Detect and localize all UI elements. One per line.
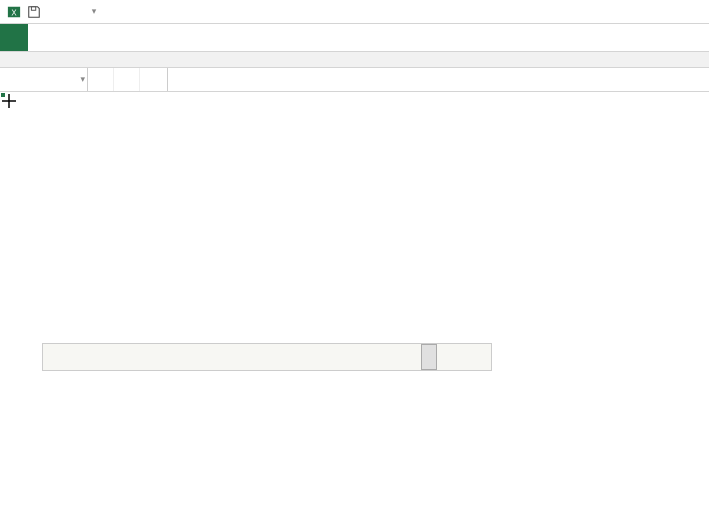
tab-file[interactable]: [0, 24, 28, 51]
name-box-input[interactable]: [6, 73, 81, 87]
formula-input[interactable]: [168, 68, 709, 91]
scroll-thumb[interactable]: [421, 344, 437, 370]
save-icon[interactable]: [26, 4, 42, 20]
name-box-dropdown-icon[interactable]: ▾: [80, 74, 85, 85]
selection-border: [0, 92, 4, 96]
undo-icon[interactable]: [46, 4, 62, 20]
fill-cursor-icon: [0, 92, 18, 110]
tab-formulas[interactable]: [112, 24, 140, 51]
tab-page-layout[interactable]: [84, 24, 112, 51]
tab-insert[interactable]: [56, 24, 84, 51]
ribbon-collapsed-area: [0, 52, 709, 68]
enter-icon[interactable]: [114, 68, 140, 91]
tab-review[interactable]: [168, 24, 196, 51]
tab-home[interactable]: [28, 24, 56, 51]
ribbon-tabs: [0, 24, 709, 52]
tab-developer[interactable]: [224, 24, 252, 51]
selection-handle[interactable]: [0, 92, 6, 98]
cancel-icon[interactable]: [88, 68, 114, 91]
formula-controls: [88, 68, 168, 91]
formula-bar: ▾: [0, 68, 709, 92]
quick-access-toolbar: X ▾: [0, 4, 108, 20]
fx-icon[interactable]: [140, 68, 168, 91]
tab-view[interactable]: [196, 24, 224, 51]
tab-data[interactable]: [140, 24, 168, 51]
qat-dropdown-icon[interactable]: ▾: [86, 4, 102, 20]
svg-text:X: X: [11, 8, 17, 17]
name-box[interactable]: ▾: [0, 68, 88, 91]
horizontal-scrollbar[interactable]: [42, 343, 492, 371]
redo-icon[interactable]: [66, 4, 82, 20]
excel-icon: X: [6, 4, 22, 20]
title-bar: X ▾: [0, 0, 709, 24]
